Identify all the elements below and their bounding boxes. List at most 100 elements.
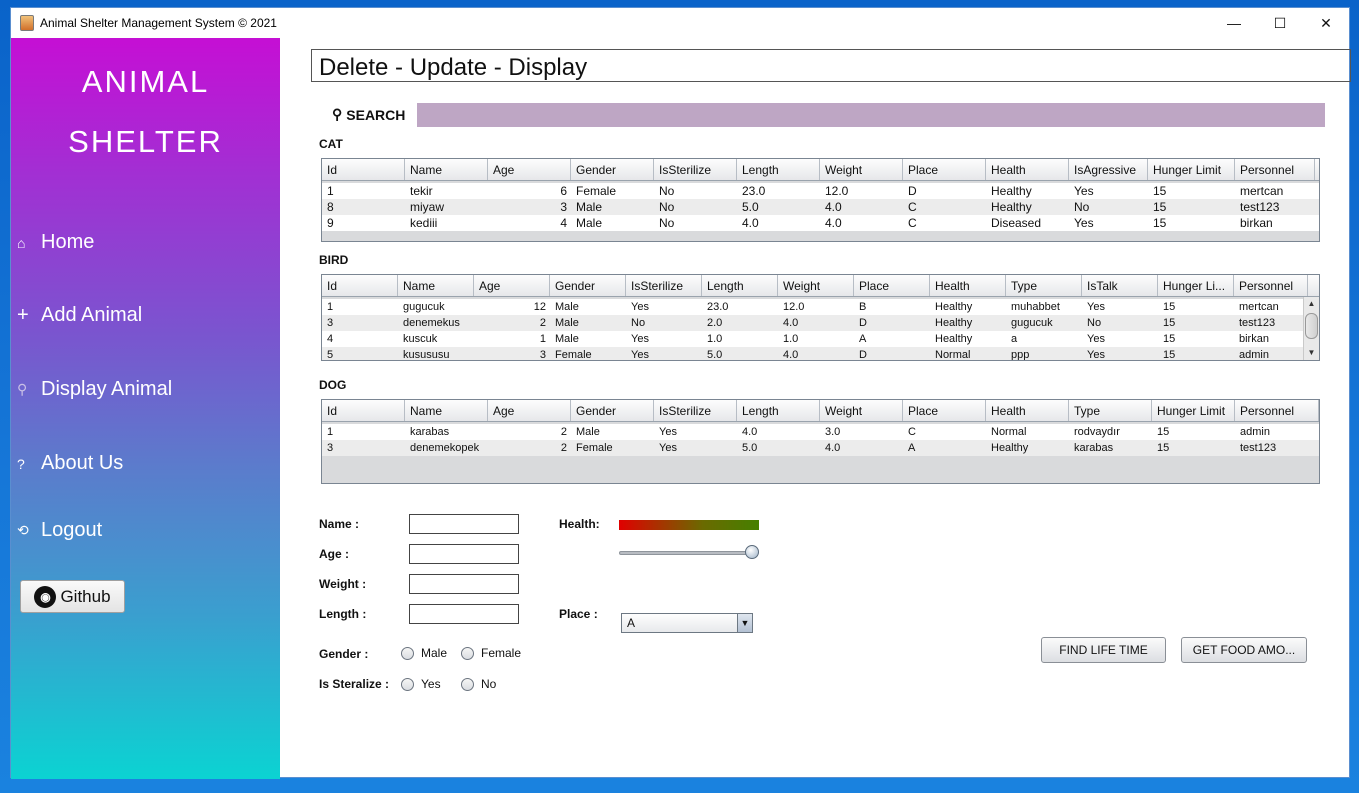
chevron-down-icon[interactable]: ▼ — [737, 614, 752, 632]
column-header[interactable]: IsSterilize — [626, 275, 702, 296]
table-row[interactable]: 9 kediii 4 Male No 4.0 4.0 C Diseased Yes 15 birkan — [322, 215, 1319, 231]
weight-field[interactable] — [409, 574, 519, 594]
column-header[interactable]: Name — [405, 159, 488, 180]
column-header[interactable]: Personnel — [1234, 275, 1308, 296]
radio-circle[interactable] — [461, 646, 474, 660]
column-header[interactable]: IsAgressive — [1069, 159, 1148, 180]
dog-table[interactable]: Id Name Age Gender IsSterilize Length Weight Pl… — [321, 399, 1320, 484]
column-header[interactable]: Gender — [571, 400, 654, 421]
column-header[interactable]: Age — [488, 159, 571, 180]
column-header[interactable]: Weight — [820, 159, 903, 180]
radio-circle[interactable] — [401, 646, 414, 660]
table-cell: 15 — [1157, 426, 1170, 438]
table-row[interactable]: 8 miyaw 3 Male No 5.0 4.0 C Healthy No 15 test123 — [322, 199, 1319, 215]
table-cell: Male — [555, 333, 579, 345]
place-select[interactable]: A ▼ — [621, 613, 753, 633]
table-row[interactable]: 1 tekir 6 Female No 23.0 12.0 D Healthy Yes 15 mert… — [322, 183, 1319, 199]
health-slider-knob[interactable] — [745, 545, 759, 559]
column-header[interactable]: Length — [737, 159, 820, 180]
column-header[interactable]: Place — [854, 275, 930, 296]
column-header[interactable]: Health — [986, 159, 1069, 180]
column-header[interactable]: IsTalk — [1082, 275, 1158, 296]
column-header[interactable]: Age — [488, 400, 571, 421]
table-row[interactable]: 4 kuscuk 1 Male Yes 1.0 1.0 A Healthy a Yes 15 birka… — [322, 331, 1319, 347]
bird-table-scrollbar[interactable]: ▲ ▼ — [1303, 297, 1319, 360]
health-slider[interactable] — [619, 551, 757, 555]
bird-table[interactable]: Id Name Age Gender IsSterilize Length Weight Pl… — [321, 274, 1320, 361]
sidebar-item-home[interactable]: ⌂ Home — [17, 231, 94, 254]
column-header[interactable]: Age — [474, 275, 550, 296]
gender-label: Gender : — [319, 647, 369, 661]
table-cell: denemekus — [403, 317, 460, 329]
table-row[interactable]: 3 denemekus 2 Male No 2.0 4.0 D Healthy gugucuk No… — [322, 315, 1319, 331]
github-button[interactable]: ◉ Github — [20, 580, 125, 613]
gender-female-radio[interactable]: Female — [461, 646, 521, 660]
column-header[interactable]: Length — [702, 275, 778, 296]
length-field[interactable] — [409, 604, 519, 624]
column-header[interactable]: Hunger Li... — [1158, 275, 1234, 296]
column-header[interactable]: Id — [322, 159, 405, 180]
age-field[interactable] — [409, 544, 519, 564]
column-header[interactable]: IsSterilize — [654, 400, 737, 421]
column-header[interactable]: Place — [903, 400, 986, 421]
name-field[interactable] — [409, 514, 519, 534]
column-header[interactable]: Personnel — [1235, 159, 1315, 180]
table-row[interactable]: 5 kusususu 3 Female Yes 5.0 4.0 D Normal ppp Yes 15… — [322, 347, 1319, 361]
table-header: Id Name Age Gender IsSterilize Length Weight Pl… — [322, 159, 1319, 181]
dog-section-label: DOG — [319, 378, 347, 392]
sterilize-no-radio[interactable]: No — [461, 677, 496, 691]
sidebar-item-about-us[interactable]: ? About Us — [17, 452, 123, 475]
column-header[interactable]: IsSterilize — [654, 159, 737, 180]
column-header[interactable]: Id — [322, 400, 405, 421]
table-cell: Female — [555, 349, 592, 361]
table-cell: karabas — [1074, 442, 1114, 454]
sidebar-item-add-animal[interactable]: + Add Animal — [17, 304, 142, 327]
cat-table[interactable]: Id Name Age Gender IsSterilize Length Weight Pl… — [321, 158, 1320, 242]
column-header[interactable]: Id — [322, 275, 398, 296]
table-cell: 12.0 — [783, 301, 805, 313]
column-header[interactable]: Name — [405, 400, 488, 421]
maximize-button[interactable]: ☐ — [1257, 8, 1303, 38]
sidebar-item-display-animal[interactable]: ⚲ Display Animal — [17, 378, 172, 401]
table-cell: Yes — [631, 301, 649, 313]
minimize-button[interactable]: — — [1211, 8, 1257, 38]
column-header[interactable]: Type — [1069, 400, 1152, 421]
column-header[interactable]: Hunger Limit — [1152, 400, 1235, 421]
table-cell: test123 — [1239, 317, 1276, 329]
table-cell: Male — [576, 200, 603, 214]
column-header[interactable]: Weight — [820, 400, 903, 421]
sidebar-item-logout[interactable]: ⟲ Logout — [17, 519, 102, 542]
table-cell: 3 — [327, 317, 334, 329]
column-header[interactable]: Hunger Limit — [1148, 159, 1235, 180]
scroll-thumb[interactable] — [1305, 313, 1318, 339]
column-header[interactable]: Health — [930, 275, 1006, 296]
sidebar-item-label: Display Animal — [41, 378, 173, 400]
scroll-up-icon[interactable]: ▲ — [1304, 297, 1319, 311]
column-header[interactable]: Length — [737, 400, 820, 421]
scroll-down-icon[interactable]: ▼ — [1304, 346, 1319, 360]
github-button-label: Github — [60, 586, 111, 606]
close-button[interactable]: ✕ — [1303, 8, 1349, 38]
column-header[interactable]: Health — [986, 400, 1069, 421]
radio-circle[interactable] — [461, 677, 474, 691]
table-cell: test123 — [1240, 200, 1280, 214]
column-header[interactable]: Personnel — [1235, 400, 1319, 421]
health-label: Health: — [559, 517, 600, 531]
column-header[interactable]: Gender — [571, 159, 654, 180]
radio-circle[interactable] — [401, 677, 414, 691]
find-life-time-button[interactable]: FIND LIFE TIME — [1041, 637, 1166, 663]
column-header[interactable]: Gender — [550, 275, 626, 296]
table-row[interactable]: 1 karabas 2 Male Yes 4.0 3.0 C Normal rodvaydır 15… — [322, 424, 1319, 440]
get-food-amount-button[interactable]: GET FOOD AMO... — [1181, 637, 1307, 663]
column-header[interactable]: Type — [1006, 275, 1082, 296]
column-header[interactable]: Name — [398, 275, 474, 296]
table-row[interactable]: 1 gugucuk 12 Male Yes 23.0 12.0 B Healthy muhabbe… — [322, 299, 1319, 315]
sterilize-yes-radio[interactable]: Yes — [401, 677, 441, 691]
table-row[interactable]: 3 denemekopek 2 Female Yes 5.0 4.0 A Healthy kara… — [322, 440, 1319, 456]
table-cell: 2 — [560, 442, 567, 454]
cat-section-label: CAT — [319, 137, 343, 151]
column-header[interactable]: Weight — [778, 275, 854, 296]
column-header[interactable]: Place — [903, 159, 986, 180]
search-input[interactable] — [417, 103, 1325, 127]
gender-male-radio[interactable]: Male — [401, 646, 447, 660]
